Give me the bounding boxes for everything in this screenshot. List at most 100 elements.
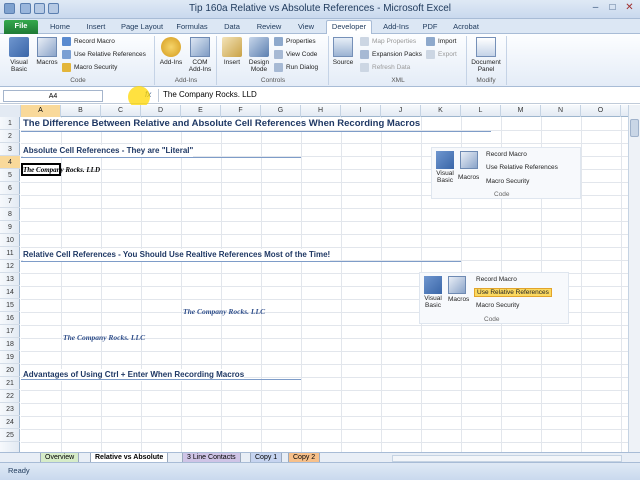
column-header[interactable]: E — [181, 105, 221, 117]
name-box[interactable]: A4 — [3, 90, 103, 102]
row-header[interactable]: 5 — [0, 169, 20, 182]
column-headers: A B C D E F G H I J K L M N O — [0, 105, 628, 117]
column-header[interactable]: N — [541, 105, 581, 117]
tab-insert[interactable]: Insert — [80, 21, 112, 34]
row-header[interactable]: 2 — [0, 130, 20, 143]
tab-file[interactable]: File — [4, 20, 38, 34]
row-header[interactable]: 6 — [0, 182, 20, 195]
tab-pdf[interactable]: PDF — [418, 21, 442, 34]
row-header[interactable]: 4 — [0, 156, 20, 169]
tab-review[interactable]: Review — [252, 21, 286, 34]
tab-home[interactable]: Home — [44, 21, 76, 34]
select-all-corner[interactable] — [0, 105, 21, 117]
visual-basic-label: Visual Basic — [424, 295, 442, 309]
map-properties-button[interactable]: Map Properties — [360, 37, 416, 48]
tab-acrobat[interactable]: Acrobat — [448, 21, 484, 34]
view-code-icon — [274, 50, 283, 59]
formula-input[interactable]: The Company Rocks. LLD — [158, 89, 628, 102]
column-header[interactable]: O — [581, 105, 621, 117]
visual-basic-icon — [9, 37, 29, 57]
design-mode-button[interactable]: Design Mode — [246, 37, 272, 73]
column-header[interactable]: A — [21, 105, 61, 117]
column-header[interactable]: F — [221, 105, 261, 117]
column-header[interactable]: B — [61, 105, 101, 117]
macro-security-label: Macro Security — [476, 302, 520, 309]
column-header[interactable]: H — [301, 105, 341, 117]
row-header[interactable]: 20 — [0, 364, 20, 377]
group-separator — [506, 36, 507, 85]
add-ins-button[interactable]: Add-Ins — [157, 37, 185, 66]
row-header[interactable]: 9 — [0, 221, 20, 234]
row-header[interactable]: 8 — [0, 208, 20, 221]
import-button[interactable]: Import — [426, 37, 456, 48]
relative-heading[interactable]: Relative Cell References - You Should Us… — [23, 249, 331, 261]
row-header[interactable]: 10 — [0, 234, 20, 247]
com-add-ins-label: COM Add-Ins — [188, 59, 212, 73]
view-code-label: View Code — [286, 51, 318, 59]
close-icon[interactable]: ✕ — [622, 2, 637, 15]
column-header[interactable]: G — [261, 105, 301, 117]
source-button[interactable]: Source — [330, 37, 356, 66]
row-header[interactable]: 21 — [0, 377, 20, 390]
minimize-icon[interactable]: – — [588, 2, 603, 15]
tab-add-ins[interactable]: Add-Ins — [378, 21, 414, 34]
com-add-ins-button[interactable]: COM Add-Ins — [186, 37, 214, 73]
row-header[interactable]: 3 — [0, 143, 20, 156]
horizontal-scrollbar[interactable] — [392, 455, 622, 462]
run-dialog-button[interactable]: Run Dialog — [274, 63, 318, 74]
document-panel-button[interactable]: Document Panel — [468, 37, 504, 73]
expansion-packs-button[interactable]: Expansion Packs — [360, 50, 422, 61]
heading-underline — [21, 379, 301, 380]
scroll-thumb[interactable] — [630, 119, 639, 137]
tab-page-layout[interactable]: Page Layout — [118, 21, 166, 34]
row-header[interactable]: 13 — [0, 273, 20, 286]
tab-formulas[interactable]: Formulas — [172, 21, 212, 34]
modify-group-label: Modify — [476, 77, 496, 84]
column-header[interactable]: I — [341, 105, 381, 117]
visual-basic-button[interactable]: Visual Basic — [4, 37, 34, 73]
row-header[interactable]: 17 — [0, 325, 20, 338]
view-code-button[interactable]: View Code — [274, 50, 317, 61]
column-header[interactable]: D — [141, 105, 181, 117]
row-header[interactable]: 7 — [0, 195, 20, 208]
record-macro-label: Record Macro — [74, 38, 115, 46]
row-header[interactable]: 14 — [0, 286, 20, 299]
row-header[interactable]: 24 — [0, 416, 20, 429]
row-header[interactable]: 11 — [0, 247, 20, 260]
column-header[interactable]: C — [101, 105, 141, 117]
maximize-icon[interactable]: □ — [605, 2, 620, 15]
refresh-data-button[interactable]: Refresh Data — [360, 63, 410, 74]
row-header[interactable]: 15 — [0, 299, 20, 312]
row-header[interactable]: 19 — [0, 351, 20, 364]
column-header[interactable]: L — [461, 105, 501, 117]
cell-b17[interactable]: The Company Rocks. LLC — [63, 332, 145, 344]
row-header[interactable]: 12 — [0, 260, 20, 273]
code-group-label: Code — [484, 316, 500, 323]
macros-button[interactable]: Macros — [34, 37, 60, 66]
vertical-scrollbar[interactable] — [628, 105, 640, 452]
row-header[interactable]: 1 — [0, 117, 20, 130]
record-macro-button[interactable]: Record Macro — [62, 37, 115, 48]
column-header[interactable]: K — [421, 105, 461, 117]
sheet-title[interactable]: The Difference Between Relative and Abso… — [23, 118, 421, 130]
insert-control-button[interactable]: Insert — [218, 37, 246, 66]
row-header[interactable]: 23 — [0, 403, 20, 416]
tab-data[interactable]: Data — [218, 21, 246, 34]
properties-button[interactable]: Properties — [274, 37, 316, 48]
column-header[interactable]: M — [501, 105, 541, 117]
row-header[interactable]: 25 — [0, 429, 20, 442]
column-header[interactable]: J — [381, 105, 421, 117]
row-header[interactable]: 16 — [0, 312, 20, 325]
window-title: Tip 160a Relative vs Absolute References… — [189, 3, 451, 14]
row-header[interactable]: 18 — [0, 338, 20, 351]
worksheet-grid[interactable]: The Difference Between Relative and Abso… — [21, 117, 628, 452]
cell-d15[interactable]: The Company Rocks. LLC — [183, 306, 265, 318]
absolute-heading[interactable]: Absolute Cell References - They are "Lit… — [23, 145, 194, 157]
tab-view[interactable]: View — [292, 21, 320, 34]
tab-developer[interactable]: Developer — [326, 20, 372, 34]
macro-security-button[interactable]: Macro Security — [62, 63, 117, 74]
use-relative-references-button[interactable]: Use Relative References — [62, 50, 146, 61]
export-button[interactable]: Export — [426, 50, 457, 61]
row-header[interactable]: 22 — [0, 390, 20, 403]
run-dialog-label: Run Dialog — [286, 64, 319, 72]
